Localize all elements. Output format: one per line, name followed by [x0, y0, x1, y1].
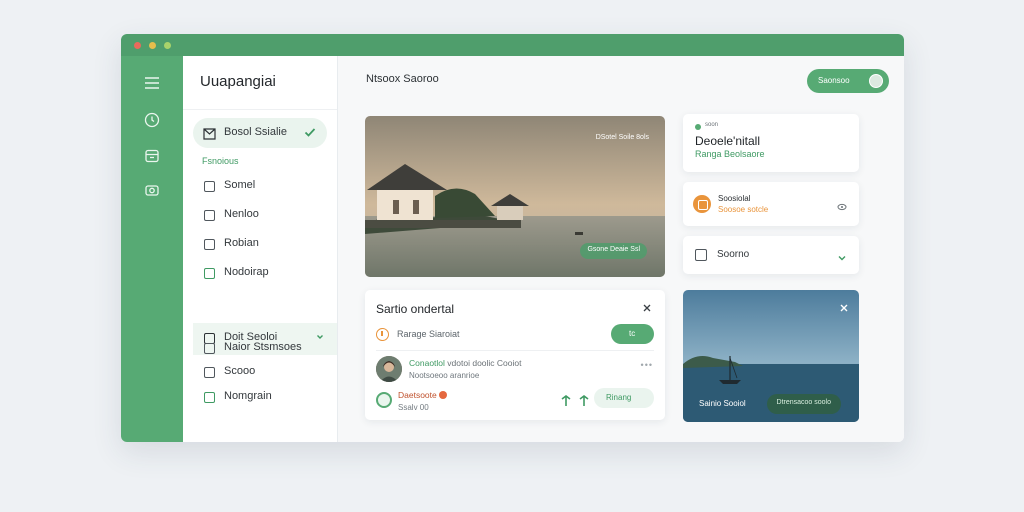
chevron-down-icon[interactable] [837, 250, 847, 261]
avatar [869, 74, 883, 88]
sidebar-item[interactable]: Robian [193, 229, 327, 259]
status-dot [695, 124, 701, 130]
icon-rail [121, 56, 183, 442]
tag-icon [204, 392, 215, 403]
app-window: Uuapangiai Bosol Ssialie Fsnoious Somel … [121, 34, 904, 442]
maximize-window-button[interactable] [164, 42, 171, 49]
sidebar-item-active[interactable]: Bosol Ssialie [193, 118, 327, 148]
avatar [376, 356, 402, 382]
section-label: Fsnoious [202, 156, 239, 166]
photo-card: Sainio Sooiol Dtrensacoo soolo [683, 290, 859, 422]
setting-toggle[interactable]: tc [611, 324, 654, 344]
check-circle-icon [376, 392, 392, 408]
hero-image: DSotel Soile 8ols Gsone Deaie Ssl [365, 116, 665, 277]
sidebar-item[interactable]: Nomgrain [193, 382, 327, 412]
sidebar-item-label: Nenloo [224, 208, 259, 220]
dialog-title: Sartio ondertal [376, 302, 455, 316]
close-icon[interactable] [839, 300, 849, 312]
sidebar-item-label: Nodoirap [224, 266, 269, 278]
notification-card[interactable]: soon Deoele'nitall Ranga Beolsaore [683, 114, 859, 172]
settings-dialog: Sartio ondertal Rarage Siaroiat tc Conao… [365, 290, 665, 420]
pin-icon[interactable] [579, 394, 589, 406]
sidebar-item-label: Scooo [224, 365, 256, 377]
menu-icon[interactable] [143, 74, 161, 92]
sidebar-item-label: Nomgrain [224, 390, 272, 402]
square-icon [204, 268, 215, 279]
photo-action-button[interactable]: Dtrensacoo soolo [766, 394, 841, 414]
action-button[interactable]: Rinang [594, 388, 654, 408]
info-icon [376, 328, 389, 341]
action-button-label: Rinang [606, 393, 632, 402]
alert-title: Soosiolal [718, 194, 751, 203]
sidebar-item[interactable]: Nenloo [193, 200, 327, 230]
sidebar-item[interactable]: Somel [193, 171, 327, 201]
more-icon[interactable]: ••• [641, 360, 653, 370]
divider [376, 350, 654, 351]
list-icon [204, 343, 215, 354]
minimize-window-button[interactable] [149, 42, 156, 49]
alert-card[interactable]: Soosiolal Soosoe sotcle [683, 182, 859, 226]
profile-button[interactable]: Saonsoo [807, 69, 889, 93]
square-icon [204, 210, 215, 221]
list-icon [695, 249, 707, 261]
title-bar [121, 34, 904, 56]
person-subtitle: Nootsoeoo aranrioe [409, 371, 480, 380]
profile-button-label: Saonsoo [818, 76, 850, 85]
alert-badge [438, 391, 447, 399]
sidebar-item-label: Robian [224, 237, 259, 249]
notification-subtitle: Ranga Beolsaore [695, 149, 765, 159]
edit-icon [204, 239, 215, 250]
item-subtitle: Ssalv 00 [398, 403, 429, 412]
sidebar-item-label: Bosol Ssialie [224, 126, 287, 138]
divider [183, 109, 337, 110]
page-title: Ntsoox Saoroo [366, 73, 439, 85]
toggle-label: tc [629, 329, 636, 338]
close-window-button[interactable] [134, 42, 141, 49]
hero-tag-button[interactable]: Gsone Deaie Ssl [580, 243, 647, 259]
plus-icon [204, 367, 215, 378]
alert-subtitle: Soosoe sotcle [718, 205, 769, 214]
notification-title: Deoele'nitall [695, 134, 760, 148]
document-icon [204, 181, 215, 192]
warning-icon [693, 195, 711, 213]
close-icon[interactable] [641, 301, 653, 313]
sidebar-item-label: Somel [224, 179, 256, 191]
checkmark-icon [303, 125, 317, 139]
person-name: Conaotlol vdotoi doolic Cooiot [409, 358, 522, 368]
notification-tag: soon [705, 122, 719, 128]
sidebar-item-label: Naior Stsmsoes [224, 341, 302, 353]
dropdown-value: Soorno [717, 249, 750, 260]
app-brand: Uuapangiai [200, 73, 276, 90]
hero-caption: DSotel Soile 8ols [595, 134, 649, 141]
sidebar: Uuapangiai Bosol Ssialie Fsnoious Somel … [183, 56, 338, 442]
calendar-icon[interactable] [143, 147, 161, 165]
photo-caption: Sainio Sooiol [699, 399, 746, 408]
clock-icon[interactable] [143, 111, 161, 129]
camera-icon[interactable] [143, 181, 161, 199]
setting-label: Rarage Siaroiat [397, 329, 460, 339]
pin-icon[interactable] [561, 394, 571, 406]
item-title: Daetsoote [398, 390, 447, 400]
eye-icon[interactable] [837, 199, 847, 211]
main-content: Ntsoox Saoroo Saonsoo DSotel Soile 8ols … [338, 56, 904, 442]
inbox-icon [203, 127, 216, 140]
sidebar-item[interactable]: Nodoirap [193, 258, 327, 288]
dropdown[interactable]: Soorno [683, 236, 859, 274]
